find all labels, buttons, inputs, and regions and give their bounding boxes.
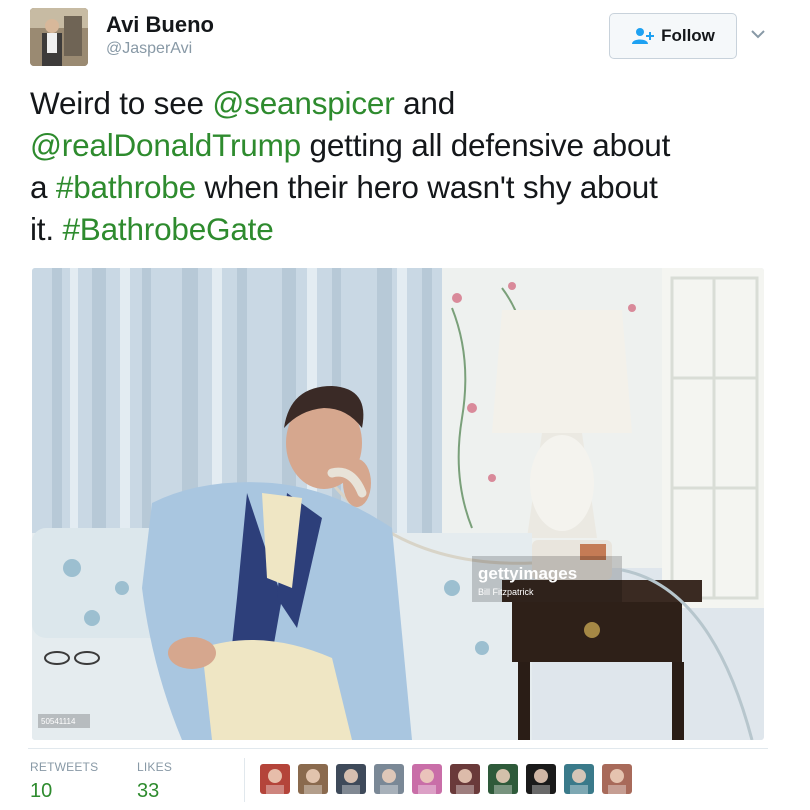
tweet-text-segment: getting all defensive about bbox=[300, 127, 671, 163]
hashtag-link[interactable]: #BathrobeGate bbox=[62, 211, 273, 247]
liker-avatar[interactable] bbox=[450, 764, 480, 794]
follow-label: Follow bbox=[661, 26, 715, 45]
image-id: 50541114 bbox=[41, 717, 76, 726]
tweet-photo[interactable]: gettyimages Bill Fitzpatrick 50541114 bbox=[32, 268, 764, 740]
likes-label: LIKES bbox=[137, 760, 173, 774]
stats-separator bbox=[244, 758, 245, 802]
tweet-text-segment: a bbox=[30, 169, 56, 205]
liker-avatar[interactable] bbox=[488, 764, 518, 794]
author-handle[interactable]: @JasperAvi bbox=[106, 40, 192, 58]
retweets-label: RETWEETS bbox=[30, 760, 99, 774]
mention-link[interactable]: @seanspicer bbox=[212, 85, 394, 121]
likes-stat[interactable]: LIKES 33 bbox=[137, 760, 172, 803]
tweet-text-segment: when their hero wasn't shy about bbox=[195, 169, 658, 205]
tweet-line: a #bathrobe when their hero wasn't shy a… bbox=[30, 166, 780, 208]
tweet-text: Weird to see @seanspicer and @realDonald… bbox=[30, 82, 780, 250]
tweet-line: @realDonaldTrump getting all defensive a… bbox=[30, 124, 780, 166]
liker-avatar[interactable] bbox=[526, 764, 556, 794]
liker-avatar[interactable] bbox=[374, 764, 404, 794]
tweet-line: Weird to see @seanspicer and bbox=[30, 82, 780, 124]
likes-count[interactable]: 33 bbox=[137, 780, 172, 803]
watermark-text: gettyimages bbox=[478, 564, 577, 583]
liker-avatar[interactable] bbox=[298, 764, 328, 794]
retweets-count[interactable]: 10 bbox=[30, 780, 98, 803]
avatar[interactable] bbox=[30, 8, 88, 66]
liker-avatar[interactable] bbox=[564, 764, 594, 794]
tweet-text-segment: and bbox=[394, 85, 456, 121]
liker-avatar[interactable] bbox=[602, 764, 632, 794]
hashtag-link[interactable]: #bathrobe bbox=[56, 169, 196, 205]
photo-credit: Bill Fitzpatrick bbox=[478, 587, 534, 597]
retweets-stat[interactable]: RETWEETS 10 bbox=[30, 760, 98, 803]
likers-list bbox=[260, 764, 632, 794]
follow-button[interactable]: Follow bbox=[609, 13, 737, 59]
liker-avatar[interactable] bbox=[260, 764, 290, 794]
tweet-text-segment: Weird to see bbox=[30, 85, 213, 121]
liker-avatar[interactable] bbox=[412, 764, 442, 794]
mention-link[interactable]: @realDonaldTrump bbox=[30, 127, 301, 163]
tweet-text-segment: it. bbox=[30, 211, 63, 247]
liker-avatar[interactable] bbox=[336, 764, 366, 794]
add-user-icon bbox=[631, 27, 655, 45]
tweet-line: it. #BathrobeGate bbox=[30, 208, 780, 250]
author-name[interactable]: Avi Bueno bbox=[106, 12, 214, 38]
chevron-down-icon[interactable] bbox=[748, 26, 768, 42]
stats-divider bbox=[28, 748, 768, 749]
